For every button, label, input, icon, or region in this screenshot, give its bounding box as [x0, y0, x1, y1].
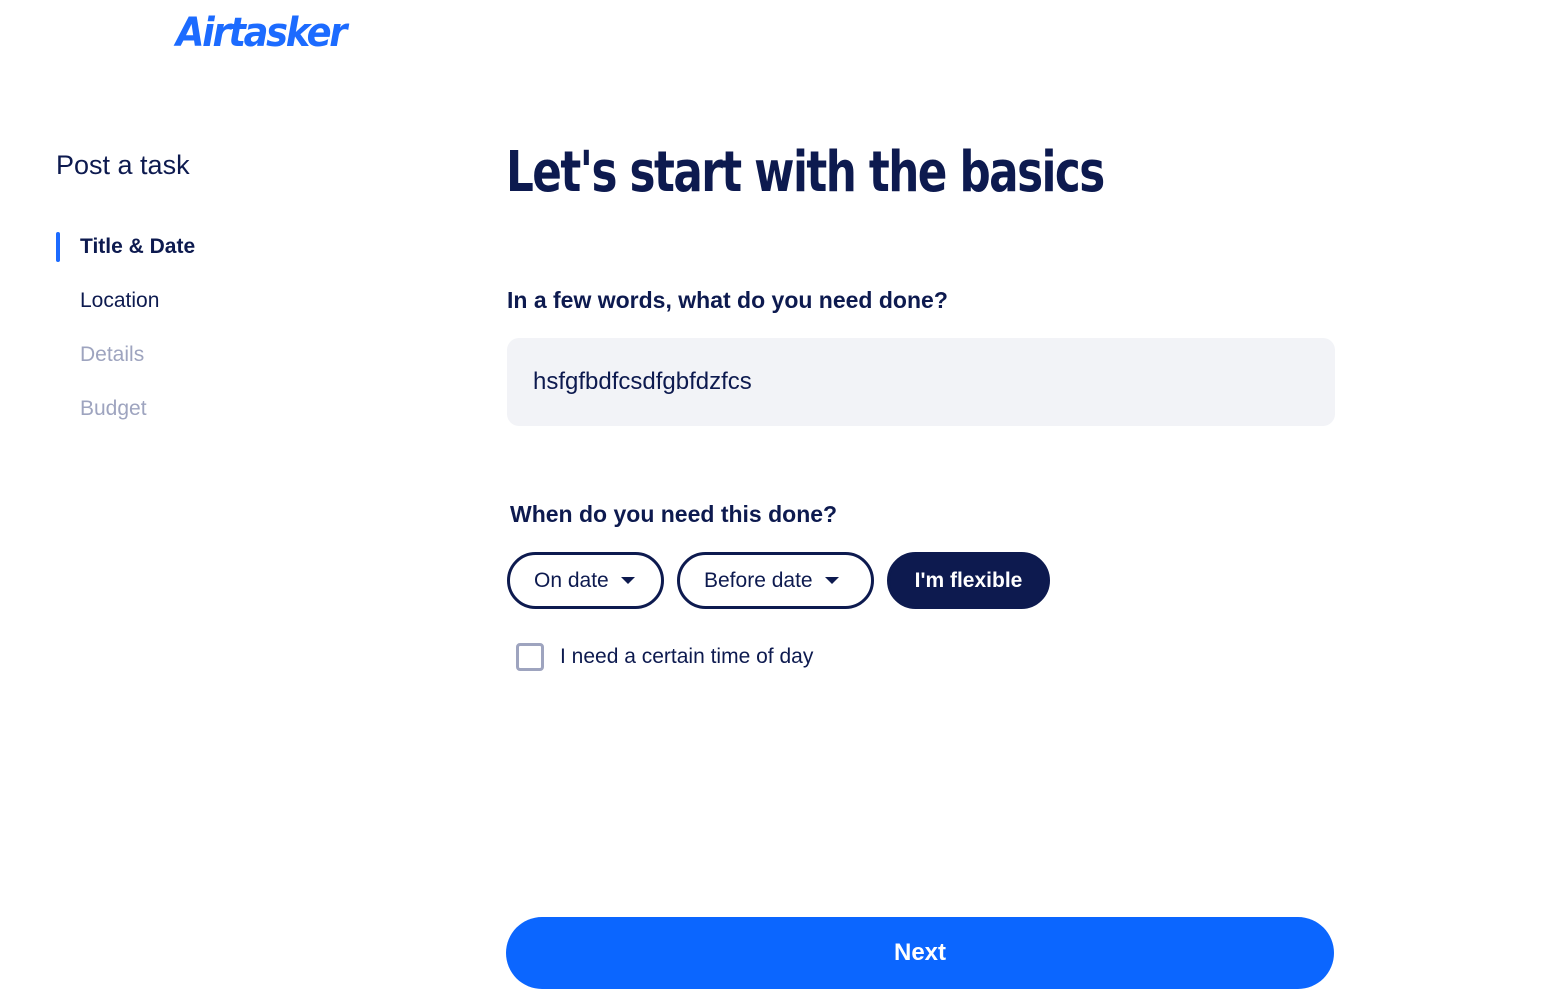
flexible-button[interactable]: I'm flexible — [887, 552, 1050, 609]
step-label: Budget — [80, 397, 147, 420]
on-date-button[interactable]: On date — [507, 552, 664, 609]
time-of-day-label: I need a certain time of day — [560, 645, 814, 668]
caret-down-icon — [824, 577, 839, 584]
time-of-day-checkbox[interactable] — [516, 643, 544, 671]
flexible-label: I'm flexible — [914, 568, 1023, 592]
page-heading: Let's start with the basics — [506, 140, 1105, 205]
on-date-label: On date — [534, 568, 609, 592]
step-label: Title & Date — [80, 235, 196, 258]
next-button[interactable]: Next — [506, 917, 1334, 989]
step-details: Details — [56, 338, 356, 392]
step-location[interactable]: Location — [56, 284, 356, 338]
post-task-page: Airtasker Post a task Title & Date Locat… — [0, 0, 1557, 999]
step-nav: Title & Date Location Details Budget — [56, 230, 356, 446]
date-options: On date Before date I'm flexible — [507, 552, 1050, 609]
sidebar-title: Post a task — [56, 150, 190, 180]
time-of-day-option[interactable]: I need a certain time of day — [516, 643, 813, 671]
caret-down-icon — [620, 577, 635, 584]
task-title-label: In a few words, what do you need done? — [507, 287, 948, 313]
before-date-label: Before date — [704, 568, 813, 592]
when-label: When do you need this done? — [510, 501, 838, 527]
before-date-button[interactable]: Before date — [677, 552, 874, 609]
step-budget: Budget — [56, 392, 356, 446]
step-label: Location — [80, 289, 160, 312]
step-title-date[interactable]: Title & Date — [56, 230, 356, 284]
step-label: Details — [80, 343, 145, 366]
airtasker-logo[interactable]: Airtasker — [176, 10, 347, 56]
task-title-input[interactable] — [507, 338, 1335, 426]
